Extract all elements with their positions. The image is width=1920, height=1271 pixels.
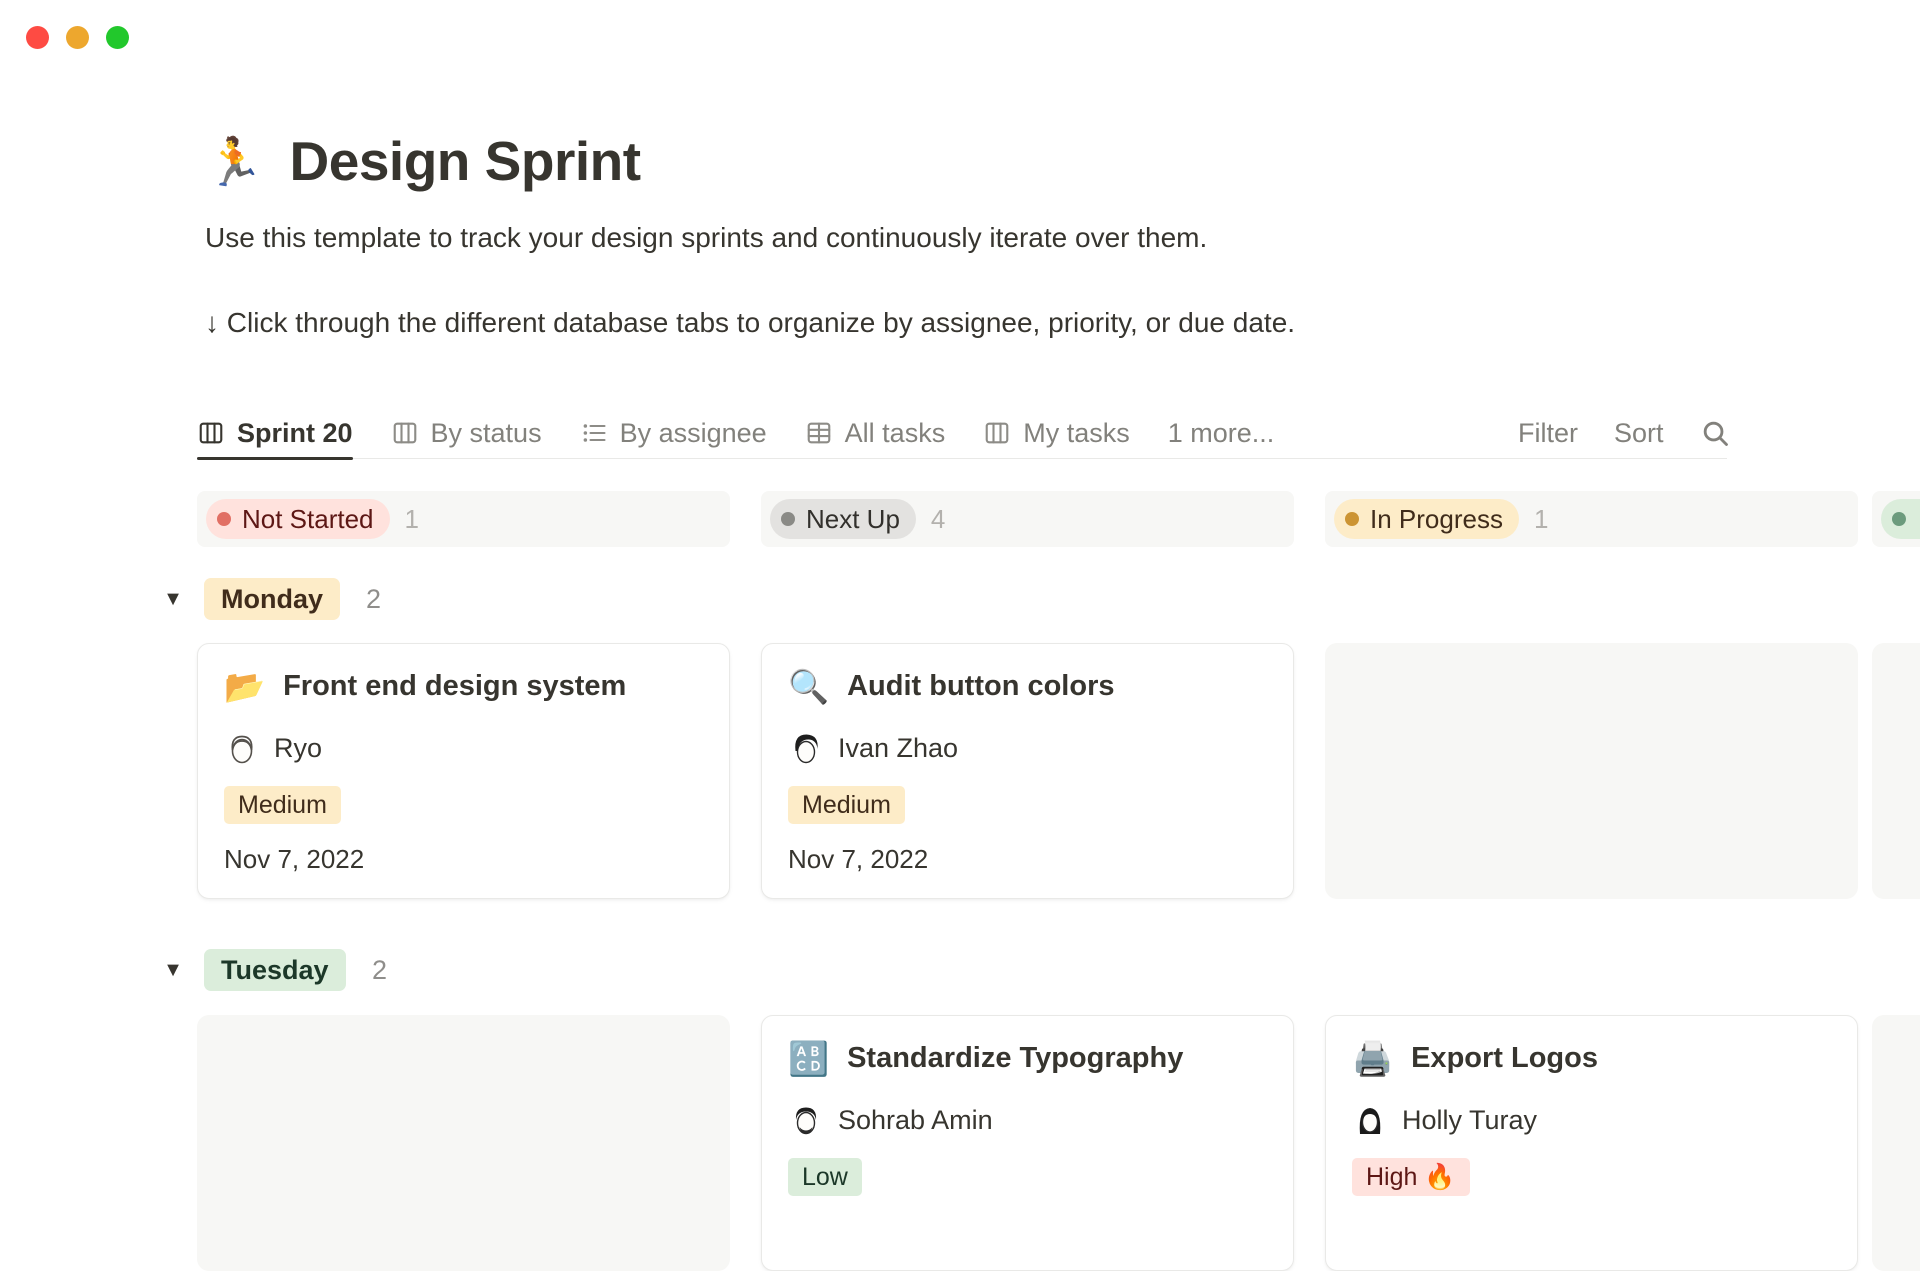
page-header: 🏃 Design Sprint Use this template to tra… (205, 128, 1805, 340)
priority-tag: High 🔥 (1352, 1158, 1470, 1196)
card-title: Export Logos (1411, 1042, 1598, 1075)
card-title: Standardize Typography (847, 1042, 1183, 1075)
assignee-name: Ivan Zhao (838, 733, 958, 764)
tab-sprint-20[interactable]: Sprint 20 (197, 407, 353, 459)
collapse-triangle-icon[interactable]: ▼ (158, 588, 188, 611)
status-label: Not Started (242, 504, 374, 535)
column-count: 1 (1534, 504, 1548, 535)
avatar-ryo (224, 730, 260, 766)
board-view-icon (391, 419, 419, 447)
status-dot-icon (1345, 512, 1359, 526)
empty-column-area (197, 1015, 730, 1271)
avatar-sohrab-amin (788, 1102, 824, 1138)
board-view-icon (983, 419, 1011, 447)
tab-label: By assignee (620, 418, 767, 449)
filter-button[interactable]: Filter (1518, 418, 1578, 449)
window-controls (26, 26, 129, 49)
group-pill-monday[interactable]: Monday (204, 578, 340, 620)
printer-icon: 🖨️ (1352, 1042, 1393, 1075)
status-label: Next Up (806, 504, 900, 535)
column-header-partial[interactable] (1872, 491, 1920, 547)
tab-by-status[interactable]: By status (391, 407, 542, 459)
column-header-not-started[interactable]: Not Started 1 (197, 491, 730, 547)
tab-all-tasks[interactable]: All tasks (805, 407, 946, 459)
traffic-light-close-button[interactable] (26, 26, 49, 49)
avatar-holly-turay (1352, 1102, 1388, 1138)
card-title: Front end design system (283, 670, 626, 703)
due-date: Nov 7, 2022 (224, 844, 703, 875)
empty-column-area (1872, 1015, 1920, 1271)
group-pill-tuesday[interactable]: Tuesday (204, 949, 346, 991)
empty-column-area (1872, 643, 1920, 899)
table-view-icon (805, 419, 833, 447)
priority-tag: Medium (224, 786, 341, 824)
status-dot-icon (217, 512, 231, 526)
card-title: Audit button colors (847, 670, 1114, 703)
page-description[interactable]: Use this template to track your design s… (205, 221, 1805, 255)
folder-icon: 📂 (224, 670, 265, 703)
priority-tag: Low (788, 1158, 862, 1196)
tab-label: All tasks (845, 418, 946, 449)
assignee-name: Ryo (274, 733, 322, 764)
traffic-light-minimize-button[interactable] (66, 26, 89, 49)
database-view-tabs: Sprint 20 By status By assignee All task… (0, 407, 1920, 459)
page-emoji-icon[interactable]: 🏃 (205, 138, 264, 185)
avatar-ivan-zhao (788, 730, 824, 766)
list-view-icon (580, 419, 608, 447)
traffic-light-zoom-button[interactable] (106, 26, 129, 49)
abcd-letters-icon: 🔠 (788, 1042, 829, 1075)
tab-by-assignee[interactable]: By assignee (580, 407, 767, 459)
empty-column-area (1325, 643, 1858, 899)
collapse-triangle-icon[interactable]: ▼ (158, 959, 188, 982)
card-export-logos[interactable]: 🖨️ Export Logos Holly Turay High 🔥 (1325, 1015, 1858, 1271)
sort-button[interactable]: Sort (1614, 418, 1664, 449)
assignee-name: Sohrab Amin (838, 1105, 993, 1136)
status-dot-icon (781, 512, 795, 526)
magnifying-glass-icon: 🔍 (788, 670, 829, 703)
group-count: 2 (366, 584, 381, 615)
more-views-button[interactable]: 1 more... (1168, 407, 1275, 459)
group-count: 2 (372, 955, 387, 986)
card-front-end-design-system[interactable]: 📂 Front end design system Ryo Medium Nov… (197, 643, 730, 899)
board-view-icon (197, 419, 225, 447)
status-label: In Progress (1370, 504, 1503, 535)
page-title[interactable]: Design Sprint (290, 128, 641, 194)
priority-tag: Medium (788, 786, 905, 824)
search-icon (1700, 418, 1731, 449)
column-header-next-up[interactable]: Next Up 4 (761, 491, 1294, 547)
search-button[interactable] (1700, 418, 1731, 449)
tab-my-tasks[interactable]: My tasks (983, 407, 1130, 459)
page-hint[interactable]: ↓ Click through the different database t… (205, 306, 1805, 340)
tab-label: Sprint 20 (237, 418, 353, 449)
due-date: Nov 7, 2022 (788, 844, 1267, 875)
kanban-board: Not Started 1 Next Up 4 In Progress 1 ▼ … (0, 491, 1920, 1200)
status-dot-icon (1892, 512, 1906, 526)
tab-label: By status (431, 418, 542, 449)
card-standardize-typography[interactable]: 🔠 Standardize Typography Sohrab Amin Low (761, 1015, 1294, 1271)
tab-label: My tasks (1023, 418, 1130, 449)
column-count: 1 (405, 504, 419, 535)
column-count: 4 (931, 504, 945, 535)
card-audit-button-colors[interactable]: 🔍 Audit button colors Ivan Zhao Medium N… (761, 643, 1294, 899)
column-header-in-progress[interactable]: In Progress 1 (1325, 491, 1858, 547)
assignee-name: Holly Turay (1402, 1105, 1537, 1136)
